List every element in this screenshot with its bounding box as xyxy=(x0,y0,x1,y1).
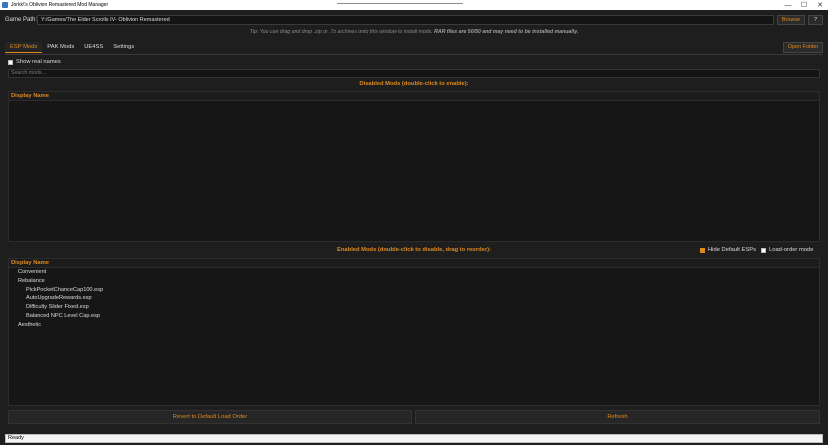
minimize-button[interactable]: — xyxy=(780,0,796,10)
tip-bold-text: RAR files are 50/50 and may need to be i… xyxy=(434,29,579,35)
help-button[interactable]: ? xyxy=(808,15,823,25)
tree-category-convenient[interactable]: Convenient xyxy=(9,268,819,277)
tab-settings[interactable]: Settings xyxy=(108,42,139,53)
enabled-mods-title-row: Enabled Mods (double-click to disable, d… xyxy=(8,246,820,255)
game-path-row: Game Path: Y:/Games/The Elder Scrolls IV… xyxy=(0,13,828,27)
hide-default-esps-toggle[interactable]: Hide Default ESPs xyxy=(700,247,756,253)
hide-default-esps-checkbox[interactable] xyxy=(700,247,705,253)
refresh-button[interactable]: Refresh xyxy=(415,410,820,424)
browse-button[interactable]: Browse xyxy=(777,15,805,25)
show-real-names-label: Show real names xyxy=(16,59,61,65)
disabled-mods-title: Disabled Mods (double-click to enable): xyxy=(359,81,469,87)
show-real-names-toggle[interactable]: Show real names xyxy=(8,59,61,65)
drag-drop-tip: Tip: You can drag and drop .zip or .7z a… xyxy=(0,29,828,38)
title-search-bar[interactable] xyxy=(337,1,463,4)
search-mods-input[interactable]: Search mods... xyxy=(8,69,820,78)
enabled-mods-title: Enabled Mods (double-click to disable, d… xyxy=(337,247,491,253)
tab-bar: ESP Mods PAK Mods UE4SS Settings xyxy=(5,42,139,53)
disabled-display-name-header[interactable]: Display Name xyxy=(9,92,819,101)
show-real-names-checkbox[interactable] xyxy=(8,59,13,65)
tree-category-aesthetic[interactable]: Aesthetic xyxy=(9,321,819,330)
tree-mod-item[interactable]: Difficulty Slider Fixed.esp xyxy=(9,303,819,312)
tip-text: Tip: You can drag and drop .zip or .7z a… xyxy=(249,29,435,35)
tab-ue4ss[interactable]: UE4SS xyxy=(79,42,108,53)
hide-default-esps-label: Hide Default ESPs xyxy=(708,247,757,253)
window-title: Jorkk\'s Oblivion Remastered Mod Manager xyxy=(11,2,109,8)
tab-divider xyxy=(5,54,823,55)
maximize-button[interactable]: ☐ xyxy=(796,0,812,10)
tree-mod-item[interactable]: AutoUpgradeRewards.esp xyxy=(9,294,819,303)
window-controls: — ☐ ✕ xyxy=(780,0,828,10)
open-folder-button[interactable]: Open Folder xyxy=(783,42,823,53)
load-order-mode-label: Load-order mode xyxy=(769,247,814,253)
enabled-mods-list[interactable]: Display Name Convenient Rebalance PickPo… xyxy=(8,258,820,406)
tree-mod-item[interactable]: PickPocketChanceCap100.esp xyxy=(9,286,819,295)
app-icon xyxy=(2,2,8,8)
tree-mod-item[interactable]: Balanced NPC Level Cap.esp xyxy=(9,312,819,321)
tab-pak-mods[interactable]: PAK Mods xyxy=(42,42,79,53)
disabled-mods-list[interactable]: Display Name xyxy=(8,91,820,242)
game-path-input[interactable]: Y:/Games/The Elder Scrolls IV- Oblivion … xyxy=(37,15,774,25)
status-bar: Ready xyxy=(5,434,823,443)
close-button[interactable]: ✕ xyxy=(812,0,828,10)
enabled-display-name-header[interactable]: Display Name xyxy=(9,259,819,268)
revert-load-order-button[interactable]: Revert to Default Load Order xyxy=(8,410,412,424)
load-order-mode-toggle[interactable]: Load-order mode xyxy=(761,247,813,253)
load-order-mode-checkbox[interactable] xyxy=(761,247,766,253)
title-bar: Jorkk\'s Oblivion Remastered Mod Manager… xyxy=(0,0,828,10)
tab-esp-mods[interactable]: ESP Mods xyxy=(5,42,43,53)
tree-category-rebalance[interactable]: Rebalance xyxy=(9,277,819,286)
game-path-label: Game Path: xyxy=(5,17,38,23)
